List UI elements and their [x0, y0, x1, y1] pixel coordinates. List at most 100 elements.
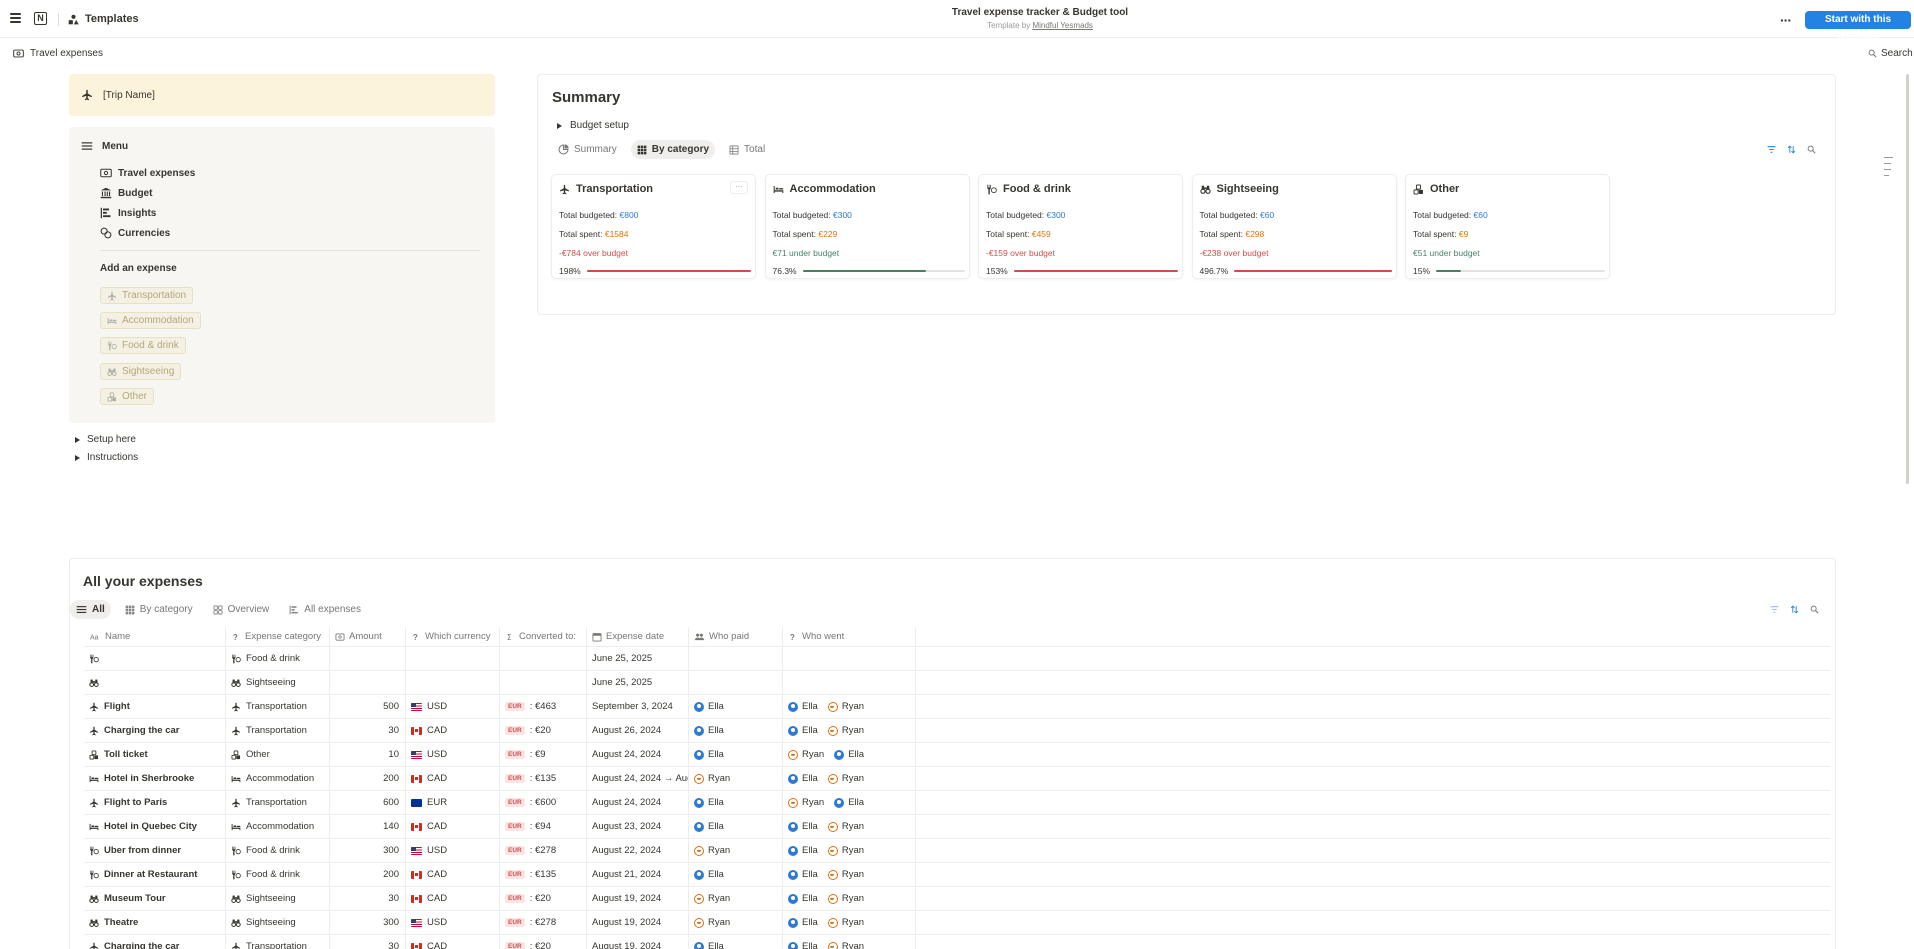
cell-who-paid[interactable]: Ella [689, 695, 783, 718]
person-ella[interactable]: Ella [694, 725, 724, 736]
cell-currency[interactable]: USD [406, 695, 500, 718]
cell-name[interactable]: Toll ticket [84, 743, 226, 766]
cell-who-paid[interactable]: Ryan [689, 911, 783, 934]
person-ella[interactable]: Ella [694, 821, 724, 832]
cell-amount[interactable]: 30 [330, 719, 406, 742]
cell-who-went[interactable]: Ella Ryan [783, 815, 916, 838]
cell-amount[interactable] [330, 647, 406, 670]
person-ella[interactable]: Ella [788, 773, 818, 784]
tab-by-category[interactable]: By category [630, 140, 716, 159]
cell-amount[interactable]: 140 [330, 815, 406, 838]
person-ella[interactable]: Ella [788, 941, 818, 949]
cell-currency[interactable]: CAD [406, 815, 500, 838]
cell-date[interactable]: June 25, 2025 [587, 647, 689, 670]
person-ryan[interactable]: Ryan [694, 845, 730, 856]
table-row[interactable]: Toll ticket Other 10 USD EUR: €9 August 24, 2… [84, 743, 1830, 767]
person-ella[interactable]: Ella [694, 797, 724, 808]
cell-converted[interactable]: EUR: €94 [500, 815, 587, 838]
tab-summary[interactable]: Summary [552, 140, 623, 159]
add-transportation-button[interactable]: Transportation [100, 287, 194, 304]
person-ella[interactable]: Ella [788, 845, 818, 856]
cell-who-paid[interactable]: Ryan [689, 767, 783, 790]
cell-who-paid[interactable] [689, 647, 783, 670]
sort-icon[interactable] [1787, 145, 1796, 154]
person-ella[interactable]: Ella [694, 941, 724, 949]
cell-name[interactable]: Charging the car [84, 719, 226, 742]
cell-currency[interactable] [406, 671, 500, 694]
tab-all-expenses[interactable]: All expenses [283, 600, 367, 619]
cell-who-went[interactable]: Ella Ryan [783, 935, 916, 949]
cell-converted[interactable]: EUR: €20 [500, 887, 587, 910]
person-ryan[interactable]: Ryan [827, 821, 864, 832]
cell-who-went[interactable]: Ella Ryan [783, 839, 916, 862]
tab-total[interactable]: Total [723, 140, 771, 159]
cell-amount[interactable]: 30 [330, 887, 406, 910]
cell-converted[interactable] [500, 647, 587, 670]
add-accommodation-button[interactable]: Accommodation [100, 312, 201, 329]
cell-who-paid[interactable] [689, 671, 783, 694]
cell-date[interactable]: August 19, 2024 [587, 935, 689, 949]
person-ella[interactable]: Ella [694, 749, 724, 760]
table-row[interactable]: Dinner at Restaurant Food & drink 200 CAD EU… [84, 863, 1830, 887]
cell-who-went[interactable]: Ryan Ella [783, 791, 916, 814]
cell-category[interactable]: Transportation [226, 719, 330, 742]
column-who-paid[interactable]: Who paid [689, 627, 783, 646]
column-who-went[interactable]: Who went [783, 627, 916, 646]
cell-name[interactable]: Theatre [84, 911, 226, 934]
cell-currency[interactable]: USD [406, 839, 500, 862]
cell-who-went[interactable]: Ella Ryan [783, 863, 916, 886]
notion-logo-icon[interactable]: N [34, 12, 47, 25]
toggle-setup-here[interactable]: Setup here [75, 434, 136, 445]
cell-who-went[interactable]: Ella Ryan [783, 695, 916, 718]
sidebar-menu-icon[interactable] [10, 13, 21, 23]
person-ella[interactable]: Ella [788, 821, 818, 832]
cell-category[interactable]: Sightseeing [226, 887, 330, 910]
person-ryan[interactable]: Ryan [788, 749, 824, 760]
cell-date[interactable]: September 3, 2024 [587, 695, 689, 718]
cell-who-went[interactable]: Ella Ryan [783, 911, 916, 934]
menu-link-insights[interactable]: Insights [100, 207, 156, 219]
column-name[interactable]: Name [84, 627, 226, 646]
cell-amount[interactable]: 200 [330, 767, 406, 790]
cell-name[interactable]: Uber from dinner [84, 839, 226, 862]
cell-date[interactable]: August 24, 2024 [587, 791, 689, 814]
cell-date[interactable]: August 24, 2024 [587, 743, 689, 766]
table-row[interactable]: Food & drink June 25, 2025 [84, 647, 1830, 671]
search-icon[interactable] [1807, 145, 1816, 154]
filter-icon[interactable] [1770, 605, 1779, 614]
category-card-transportation[interactable]: Transportation ··· Total budgeted: €800 Tot… [551, 174, 756, 279]
cell-who-went[interactable] [783, 647, 916, 670]
person-ryan[interactable]: Ryan [827, 773, 864, 784]
cell-date[interactable]: August 24, 2024 → Augu [587, 767, 689, 790]
cell-date[interactable]: August 19, 2024 [587, 887, 689, 910]
cell-converted[interactable]: EUR: €463 [500, 695, 587, 718]
cell-amount[interactable]: 600 [330, 791, 406, 814]
table-row[interactable]: Flight to Paris Transportation 600 EUR EUR: … [84, 791, 1830, 815]
menu-link-budget[interactable]: Budget [100, 187, 152, 199]
person-ryan[interactable]: Ryan [694, 893, 730, 904]
cell-currency[interactable]: CAD [406, 767, 500, 790]
cell-date[interactable]: August 19, 2024 [587, 911, 689, 934]
person-ella[interactable]: Ella [788, 869, 818, 880]
cell-who-went[interactable]: Ella Ryan [783, 767, 916, 790]
cell-who-paid[interactable]: Ella [689, 791, 783, 814]
cell-name[interactable]: Museum Tour [84, 887, 226, 910]
cell-converted[interactable]: EUR: €278 [500, 839, 587, 862]
cell-currency[interactable]: CAD [406, 719, 500, 742]
person-ryan[interactable]: Ryan [694, 773, 730, 784]
tab-all[interactable]: All [70, 600, 111, 619]
cell-who-paid[interactable]: Ella [689, 935, 783, 949]
column-amount[interactable]: Amount [330, 627, 406, 646]
cell-who-went[interactable]: Ella Ryan [783, 719, 916, 742]
table-row[interactable]: Charging the car Transportation 30 CAD EUR: … [84, 935, 1830, 949]
tab-overview[interactable]: Overview [207, 600, 276, 619]
cell-converted[interactable]: EUR: €135 [500, 767, 587, 790]
cell-date[interactable]: August 21, 2024 [587, 863, 689, 886]
person-ella[interactable]: Ella [788, 917, 818, 928]
more-options-icon[interactable]: ··· [1780, 12, 1792, 28]
cell-date[interactable]: August 22, 2024 [587, 839, 689, 862]
cell-name[interactable]: Hotel in Sherbrooke [84, 767, 226, 790]
cell-amount[interactable]: 30 [330, 935, 406, 949]
cell-currency[interactable]: USD [406, 911, 500, 934]
cell-who-paid[interactable]: Ryan [689, 887, 783, 910]
